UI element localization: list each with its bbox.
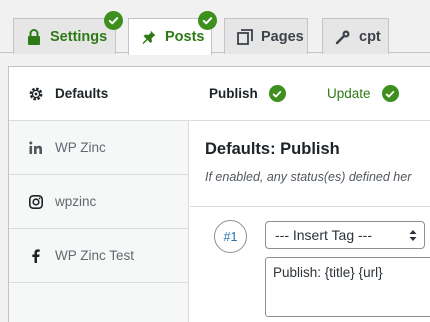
- sidebar-item-defaults[interactable]: Defaults: [9, 67, 190, 121]
- tab-update[interactable]: Update: [327, 67, 399, 120]
- pushpin-icon: [141, 29, 157, 45]
- facebook-icon: [28, 248, 44, 264]
- wrench-icon: [335, 29, 351, 45]
- tab-update-label: Update: [327, 86, 371, 101]
- tab-settings[interactable]: Settings: [13, 18, 116, 54]
- status-message-textarea[interactable]: Publish: {title} {url}: [265, 257, 430, 317]
- publish-check-icon: [268, 85, 286, 102]
- status-number-badge: #1: [214, 220, 247, 253]
- select-arrows-icon: [408, 228, 418, 243]
- tab-publish-label: Publish: [209, 86, 258, 101]
- tab-pages[interactable]: Pages: [224, 18, 308, 54]
- divider: [190, 206, 430, 207]
- section-description: If enabled, any status(es) defined her: [205, 170, 412, 184]
- pages-icon: [237, 28, 253, 45]
- sidebar-item-label: Defaults: [55, 86, 109, 101]
- posts-check-icon: [198, 11, 217, 30]
- tab-publish[interactable]: Publish: [209, 67, 286, 120]
- update-check-icon: [381, 85, 399, 102]
- settings-panel: Defaults WP Zinc wpzinc WP Zinc Test Pub…: [8, 66, 430, 322]
- instagram-icon: [28, 194, 44, 210]
- page-title: Defaults: Publish: [205, 140, 340, 158]
- sidebar-item-label: wpzinc: [55, 194, 97, 209]
- tab-cpt[interactable]: cpt: [322, 18, 389, 54]
- insert-tag-value: --- Insert Tag ---: [275, 227, 372, 243]
- lock-icon: [26, 28, 42, 45]
- insert-tag-select[interactable]: --- Insert Tag ---: [265, 221, 425, 249]
- tab-posts-label: Posts: [165, 29, 205, 45]
- settings-check-icon: [104, 11, 123, 30]
- profiles-sidebar: Defaults WP Zinc wpzinc WP Zinc Test: [9, 67, 190, 322]
- sidebar-item-wpzinc[interactable]: wpzinc: [9, 175, 189, 229]
- tab-bar: Settings Posts Pages cpt: [0, 0, 430, 55]
- tab-settings-label: Settings: [50, 28, 108, 45]
- linkedin-icon: [28, 140, 44, 156]
- publish-settings: Defaults: Publish If enabled, any status…: [190, 120, 430, 322]
- tab-cpt-label: cpt: [359, 28, 381, 45]
- sidebar-item-label: WP Zinc: [55, 140, 106, 155]
- tab-pages-label: Pages: [261, 28, 304, 45]
- gear-icon: [28, 86, 44, 102]
- sidebar-item-wp-zinc[interactable]: WP Zinc: [9, 121, 189, 175]
- sidebar-item-wp-zinc-test[interactable]: WP Zinc Test: [9, 229, 189, 283]
- sidebar-item-label: WP Zinc Test: [55, 248, 135, 263]
